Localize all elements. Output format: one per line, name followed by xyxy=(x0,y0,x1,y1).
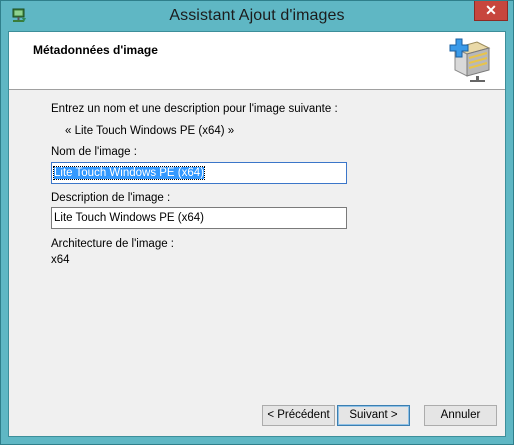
architecture-label: Architecture de l'image : xyxy=(51,238,175,250)
image-description-value: Lite Touch Windows PE (x64) xyxy=(54,212,204,224)
image-name-value: Lite Touch Windows PE (x64) xyxy=(53,166,205,180)
wizard-window: Assistant Ajout d'images ✕ Métadonnées d… xyxy=(0,0,514,445)
title-bar[interactable]: Assistant Ajout d'images ✕ xyxy=(1,1,513,31)
wizard-header: Métadonnées d'image xyxy=(9,32,505,90)
image-description-label: Description de l'image : xyxy=(51,192,171,204)
source-image-name: « Lite Touch Windows PE (x64) » xyxy=(65,125,235,137)
back-button[interactable]: < Précédent xyxy=(262,405,335,426)
window-title: Assistant Ajout d'images xyxy=(169,7,345,24)
add-image-icon xyxy=(449,38,491,82)
cancel-button[interactable]: Annuler xyxy=(424,405,497,426)
architecture-value: x64 xyxy=(51,254,70,266)
image-name-input[interactable]: Lite Touch Windows PE (x64) xyxy=(51,162,347,184)
image-name-label: Nom de l'image : xyxy=(51,146,137,158)
intro-text: Entrez un nom et une description pour l'… xyxy=(51,103,338,115)
next-button[interactable]: Suivant > xyxy=(337,405,410,426)
image-description-input[interactable]: Lite Touch Windows PE (x64) xyxy=(51,207,347,229)
wizard-client-area: Métadonnées d'image Entrez un nom et une… xyxy=(8,31,506,437)
close-button[interactable]: ✕ xyxy=(474,1,508,21)
page-title: Métadonnées d'image xyxy=(33,43,158,57)
